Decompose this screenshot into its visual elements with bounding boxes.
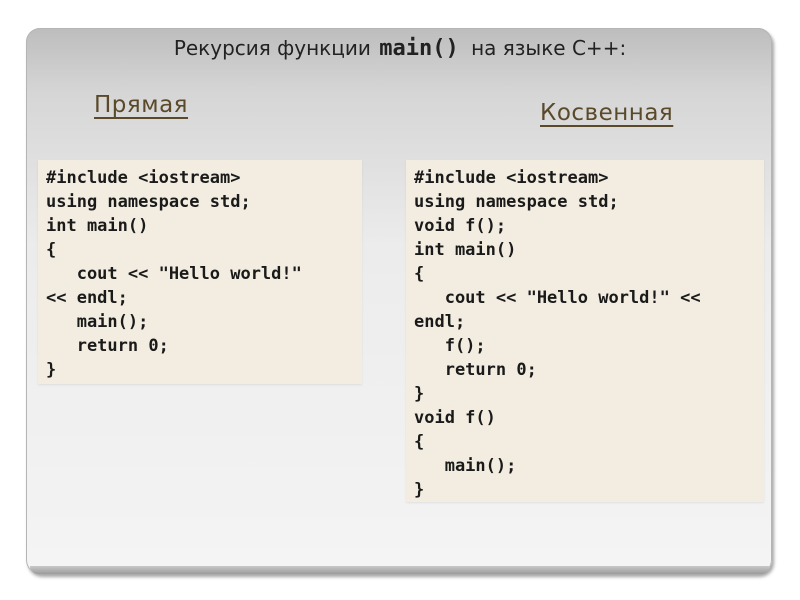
slide-bottom-bar (30, 566, 770, 574)
code-block-indirect: #include <iostream> using namespace std;… (406, 160, 764, 502)
heading-direct-recursion: Прямая (94, 92, 189, 118)
code-block-direct: #include <iostream> using namespace std;… (38, 160, 362, 384)
title-prefix: Рекурсия функции (173, 36, 371, 60)
heading-indirect-recursion: Косвенная (540, 100, 674, 126)
code-text-direct: #include <iostream> using namespace std;… (46, 168, 302, 380)
title-function-name: main() (379, 36, 459, 61)
code-text-indirect: #include <iostream> using namespace std;… (414, 168, 701, 500)
title-suffix: на языке С++: (471, 36, 627, 60)
slide-title: Рекурсия функции main() на языке С++: (0, 36, 800, 61)
